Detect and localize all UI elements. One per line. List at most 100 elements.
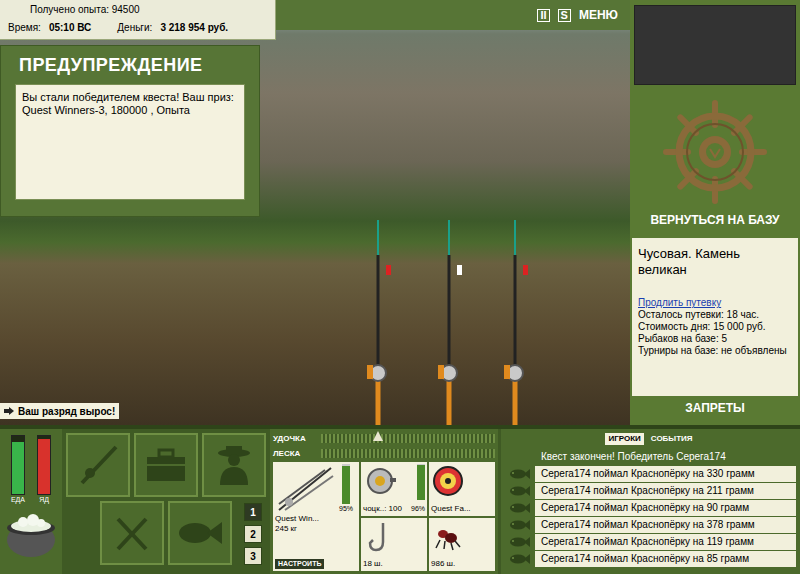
rod-detail: 245 кг: [275, 524, 357, 534]
top-bar-button[interactable]: II: [537, 9, 549, 22]
rank-notification[interactable]: Ваш разряд вырос!: [0, 403, 119, 419]
feed-tab[interactable]: ИГРОКИ: [605, 433, 643, 445]
base-detail: Стоимость дня: 15 000 руб.: [638, 321, 792, 333]
slot-button[interactable]: 3: [244, 547, 262, 565]
feed-entry: Квест закончен! Победитель Серега174: [505, 449, 796, 465]
tension-label: УДОЧКА: [273, 433, 317, 445]
food-slot[interactable]: [100, 501, 164, 565]
minimap-box: [634, 5, 796, 85]
meter-track: [37, 435, 51, 495]
meter: ЕДА: [11, 435, 25, 504]
fishing-rods-icon: [360, 215, 535, 425]
control-panel: ЕДА ЯД 1 2 3 УДОЧКА ЛЕСКА 95%Quest Win...245 кг…: [0, 425, 800, 574]
tackle-item[interactable]: 18 ш.: [361, 518, 427, 572]
tackle-grid: 95%Quest Win...245 кг НАСТРОИТЬ чоцк..: 10…: [273, 462, 495, 571]
feed-panel: ИГРОКИ СОБЫТИЯ Квест закончен! Победитель …: [501, 429, 800, 574]
tension-label: ЛЕСКА: [273, 448, 317, 460]
rod-wear: 95%: [339, 504, 353, 513]
tension-track: [321, 434, 495, 443]
rod-name: Quest Win...: [275, 514, 357, 524]
tackle-column: УДОЧКА ЛЕСКА 95%Quest Win...245 кг НАСТРОИТ…: [270, 429, 498, 574]
fishing-scene: Получено опыта: 94500 Время: 05:10 ВС Деньг…: [0, 0, 630, 425]
tackle-item[interactable]: Quest Fa...: [429, 462, 495, 516]
item-wear-fill: [417, 465, 425, 500]
bans-button[interactable]: ЗАПРЕТЫ: [685, 399, 745, 417]
catch-slot[interactable]: [168, 501, 232, 565]
top-row: Получено опыта: 94500Время:05:10 ВСДеньг…: [0, 0, 630, 30]
item-label: Quest Fa...: [431, 504, 471, 514]
item-label: чоцк..: 100: [363, 504, 402, 514]
tackle-box-slot[interactable]: [134, 433, 198, 497]
rod-set-icon: [275, 464, 335, 514]
hud-panel: Получено опыта: 94500 Время: 05:10 ВС Деньг…: [0, 0, 276, 40]
arrow-icon: [4, 407, 14, 415]
tackle-item[interactable]: 986 ш.: [429, 518, 495, 572]
rod-slot[interactable]: [66, 433, 130, 497]
scene-area: Получено опыта: 94500 Время: 05:10 ВС Деньг…: [0, 0, 800, 425]
feed-tab[interactable]: СОБЫТИЯ: [648, 433, 696, 445]
tension-row: ЛЕСКА: [273, 447, 495, 460]
reel-icon: [363, 464, 397, 498]
slot-button[interactable]: 2: [244, 525, 262, 543]
time-value: 05:10 ВС: [49, 21, 91, 35]
base-panel: ВЕРНУТЬСЯ НА БАЗУ Чусовая. Камень великан…: [630, 0, 800, 425]
status-column: ЕДА ЯД: [0, 429, 62, 574]
meter-label: ЯД: [39, 495, 49, 504]
rod-cell[interactable]: 95%Quest Win...245 кг НАСТРОИТЬ: [273, 462, 359, 571]
item-label: 986 ш.: [431, 559, 455, 569]
hud-row: Время: 05:10 ВС Деньги: 3 218 954 руб.: [8, 21, 267, 35]
feed-entry: Серега174 поймал Краснопёрку на 119 грам…: [505, 534, 796, 550]
location-title: Чусовая. Камень великан: [638, 246, 792, 278]
base-detail: Осталось путевки: 18 час.: [638, 309, 792, 321]
return-to-base-button[interactable]: ВЕРНУТЬСЯ НА БАЗУ: [650, 213, 779, 228]
feed-text: Серега174 поймал Краснопёрку на 85 грамм: [535, 551, 796, 567]
money-value: 3 218 954 руб.: [160, 21, 228, 35]
fork-knife-icon: [110, 511, 154, 555]
time-label: Время:: [8, 21, 41, 35]
money-label: Деньги:: [117, 21, 152, 35]
tackle-item[interactable]: чоцк..: 100 96%: [361, 462, 427, 516]
fisherman-icon: [212, 443, 256, 487]
fish-icon: [509, 485, 531, 497]
feed-text: Серега174 поймал Краснопёрку на 90 грамм: [535, 500, 796, 516]
action-column: 1 2 3: [62, 429, 270, 574]
rod-wear-fill: [342, 466, 350, 504]
feed-text: Квест закончен! Победитель Серега174: [535, 449, 796, 465]
extend-link[interactable]: Продлить путевку: [638, 296, 792, 309]
feed-text: Серега174 поймал Краснопёрку на 119 грам…: [535, 534, 796, 550]
catch-fish-icon: [177, 518, 223, 548]
meter-fill: [38, 439, 50, 494]
feed-entry: Серега174 поймал Краснопёрку на 330 грам…: [505, 466, 796, 482]
base-info: Чусовая. Камень великан Продлить путевкуО…: [632, 238, 798, 396]
item-wear: 96%: [411, 504, 425, 514]
fish-icon: [509, 468, 531, 480]
tension-marker: [373, 431, 383, 441]
meter-track: [11, 435, 25, 495]
fish-icon: [509, 536, 531, 548]
slot-button[interactable]: 1: [244, 503, 262, 521]
line-spool-icon: [431, 464, 465, 498]
feed-text: Серега174 поймал Краснопёрку на 211 грам…: [535, 483, 796, 499]
feed-tabs: ИГРОКИ СОБЫТИЯ: [501, 429, 800, 449]
warning-title: ПРЕДУПРЕЖДЕНИЕ: [1, 46, 259, 84]
ship-wheel-icon[interactable]: [660, 97, 770, 207]
base-detail: Турниры на базе: не объявлены: [638, 345, 792, 357]
item-wear-track: [417, 464, 425, 500]
rod-wear-track: [342, 464, 350, 504]
top-bar-button[interactable]: МЕНЮ: [579, 6, 618, 24]
configure-button[interactable]: НАСТРОИТЬ: [275, 559, 324, 569]
bait-icon: [431, 520, 465, 554]
cauldron-icon[interactable]: [3, 510, 59, 560]
fish-icon: [509, 519, 531, 531]
meter: ЯД: [37, 435, 51, 504]
base-detail: Рыбаков на базе: 5: [638, 333, 792, 345]
top-bar-button[interactable]: S: [558, 9, 571, 22]
warning-message: Вы стали победителем квеста! Ваш приз: Q…: [15, 84, 245, 200]
meter-fill: [12, 442, 24, 494]
fisherman-slot[interactable]: [202, 433, 266, 497]
game-screen: Получено опыта: 94500 Время: 05:10 ВС Деньг…: [0, 0, 800, 574]
experience-text: Получено опыта: 94500: [8, 3, 267, 17]
hook-icon: [363, 520, 397, 554]
feed-entry: Серега174 поймал Краснопёрку на 85 грамм: [505, 551, 796, 567]
fish-icon: [509, 553, 531, 565]
